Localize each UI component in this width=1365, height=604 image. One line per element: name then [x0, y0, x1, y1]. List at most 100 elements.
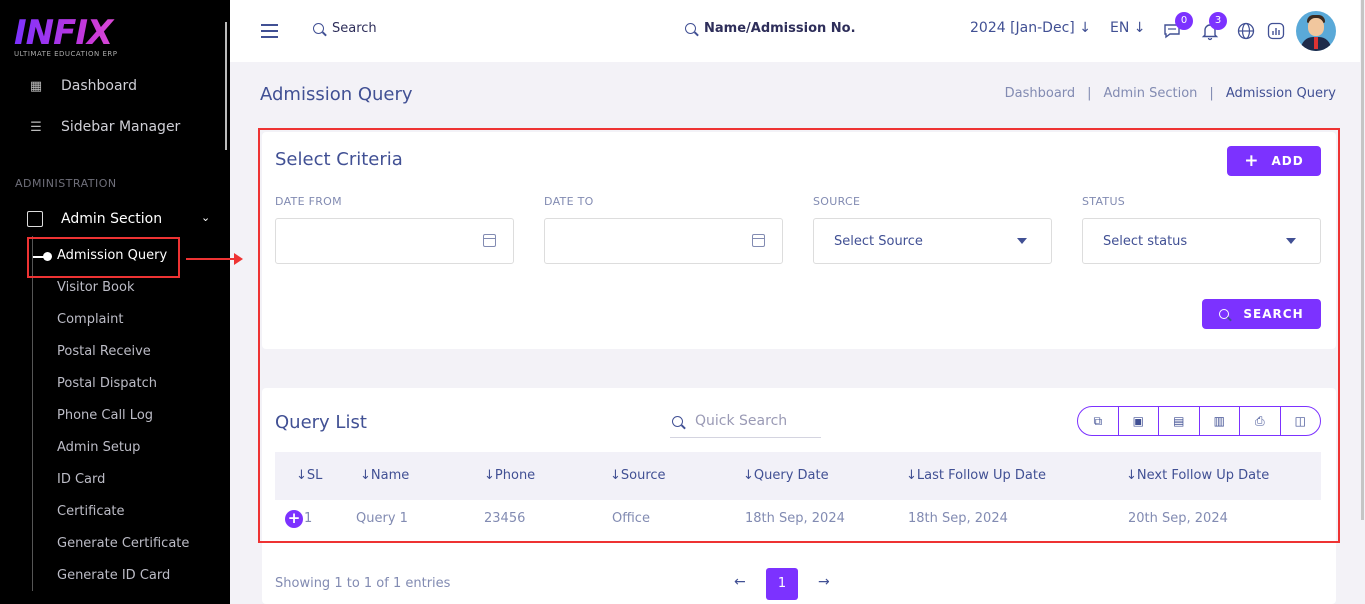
sidebar-sub-postal-receive[interactable]: Postal Receive [57, 344, 151, 359]
add-button[interactable]: + ADD [1227, 146, 1321, 176]
export-toolbar: ⧉ ▣ ▤ ▥ ⎙ ◫ [1077, 406, 1321, 436]
avatar[interactable] [1296, 11, 1336, 51]
sidebar-sub-id-card[interactable]: ID Card [57, 472, 105, 487]
column-header-name[interactable]: ↓Name [360, 468, 409, 483]
date-to-label: DATE TO [544, 195, 594, 208]
sidebar-sub-complaint[interactable]: Complaint [57, 312, 123, 327]
logo[interactable]: INFIX ULTIMATE EDUCATION ERP [14, 14, 164, 58]
search-icon [1219, 309, 1230, 319]
column-header-phone[interactable]: ↓Phone [484, 468, 535, 483]
sidebar-sub-generate-certificate[interactable]: Generate Certificate [57, 536, 189, 551]
annotation-arrow-head [234, 253, 243, 265]
logo-tagline: ULTIMATE EDUCATION ERP [14, 50, 118, 58]
arrow-down-icon: ↓ [1079, 20, 1091, 36]
notification-badge: 3 [1209, 12, 1227, 30]
status-select[interactable]: Select status [1082, 218, 1321, 264]
breadcrumb-item[interactable]: Dashboard [1005, 86, 1076, 101]
pagination-current[interactable]: 1 [766, 568, 798, 600]
page-scrollbar[interactable] [1360, 0, 1365, 604]
sidebar-scrollbar[interactable] [225, 22, 227, 150]
sidebar-sub-generate-id-card[interactable]: Generate ID Card [57, 568, 170, 583]
language-value: EN [1110, 20, 1130, 36]
status-label: STATUS [1082, 195, 1126, 208]
sidebar-item-admin-section[interactable]: Admin Section ⌄ [0, 205, 225, 233]
annotation-arrow-line [186, 258, 238, 260]
sidebar-item-dashboard[interactable]: ▦ Dashboard [0, 70, 225, 102]
breadcrumb-current: Admission Query [1225, 86, 1336, 101]
columns-icon[interactable]: ◫ [1281, 407, 1321, 435]
card-gap [260, 349, 1338, 388]
cell-sl: 1 [304, 511, 313, 526]
chevron-down-icon: ⌄ [201, 211, 211, 224]
name-admission-search[interactable]: Name/Admission No. [685, 21, 856, 36]
print-icon[interactable]: ⎙ [1240, 407, 1281, 435]
quick-search-input[interactable]: Quick Search [670, 405, 821, 438]
language-select[interactable]: EN ↓ [1110, 20, 1146, 36]
copy-icon[interactable]: ⧉ [1078, 407, 1119, 435]
column-header-next-follow-up[interactable]: ↓Next Follow Up Date [1126, 468, 1269, 483]
add-button-label: ADD [1271, 154, 1304, 168]
date-to-input[interactable] [544, 218, 783, 264]
search-icon [313, 23, 324, 34]
column-header-last-follow-up[interactable]: ↓Last Follow Up Date [906, 468, 1046, 483]
column-header-query-date[interactable]: ↓Query Date [743, 468, 829, 483]
caret-down-icon [1017, 238, 1027, 244]
sidebar-sub-visitor-book[interactable]: Visitor Book [57, 280, 135, 295]
caret-down-icon [1286, 238, 1296, 244]
search-icon [685, 23, 696, 34]
date-from-label: DATE FROM [275, 195, 342, 208]
academic-year-value: 2024 [Jan-Dec] [970, 20, 1075, 36]
source-select[interactable]: Select Source [813, 218, 1052, 264]
arrow-down-icon: ↓ [1133, 20, 1146, 36]
chart-icon[interactable] [1266, 21, 1286, 41]
date-from-input[interactable] [275, 218, 514, 264]
csv-icon[interactable]: ▤ [1159, 407, 1200, 435]
pagination-next-icon[interactable]: → [818, 574, 830, 590]
cell-last-follow-up: 18th Sep, 2024 [908, 511, 1008, 526]
query-list-title: Query List [275, 412, 367, 433]
column-header-sl[interactable]: ↓SL [296, 468, 322, 483]
excel-icon[interactable]: ▣ [1119, 407, 1159, 435]
cell-phone: 23456 [484, 511, 526, 526]
sidebar-item-label: Dashboard [61, 78, 137, 94]
sidebar-item-label: Admin Section [61, 211, 163, 227]
entries-info: Showing 1 to 1 of 1 entries [275, 576, 451, 591]
breadcrumb-item[interactable]: Admin Section [1104, 86, 1198, 101]
grid-icon: ▦ [29, 78, 43, 94]
academic-year-select[interactable]: 2024 [Jan-Dec] ↓ [970, 20, 1091, 36]
status-select-value: Select status [1103, 234, 1188, 249]
submenu-line [32, 236, 33, 591]
sidebar-sub-postal-dispatch[interactable]: Postal Dispatch [57, 376, 157, 391]
criteria-title: Select Criteria [275, 149, 403, 170]
calendar-icon[interactable] [483, 234, 496, 247]
admin-icon [27, 211, 43, 227]
search-trigger[interactable]: Search [313, 21, 377, 36]
column-header-source[interactable]: ↓Source [610, 468, 666, 483]
pagination-prev-icon[interactable]: ← [734, 574, 746, 590]
list-icon: ☰ [30, 119, 42, 135]
source-select-value: Select Source [834, 234, 923, 249]
name-search-label: Name/Admission No. [704, 21, 856, 36]
sidebar-sub-admin-setup[interactable]: Admin Setup [57, 440, 140, 455]
sidebar-sub-phone-call-log[interactable]: Phone Call Log [57, 408, 153, 423]
calendar-icon[interactable] [752, 234, 765, 247]
logo-wordmark: INFIX [14, 14, 164, 52]
pdf-icon[interactable]: ▥ [1200, 407, 1240, 435]
page-title: Admission Query [260, 84, 413, 105]
menu-toggle-icon[interactable] [261, 24, 278, 42]
search-icon [672, 415, 683, 427]
topbar: Search Name/Admission No. 2024 [Jan-Dec]… [230, 0, 1365, 62]
globe-icon[interactable] [1236, 21, 1256, 41]
search-button[interactable]: SEARCH [1202, 299, 1321, 329]
cell-query-date: 18th Sep, 2024 [745, 511, 845, 526]
search-button-label: SEARCH [1243, 307, 1304, 321]
cell-name: Query 1 [356, 511, 408, 526]
sidebar-item-sidebar-manager[interactable]: ☰ Sidebar Manager [0, 111, 225, 143]
sidebar-sub-certificate[interactable]: Certificate [57, 504, 125, 519]
sidebar-item-label: Sidebar Manager [61, 119, 181, 135]
sidebar: INFIX ULTIMATE EDUCATION ERP ▦ Dashboard… [0, 0, 230, 604]
cell-next-follow-up: 20th Sep, 2024 [1128, 511, 1228, 526]
breadcrumb: Dashboard | Admin Section | Admission Qu… [1004, 86, 1336, 101]
expand-row-icon[interactable]: + [285, 510, 303, 528]
source-label: SOURCE [813, 195, 861, 208]
